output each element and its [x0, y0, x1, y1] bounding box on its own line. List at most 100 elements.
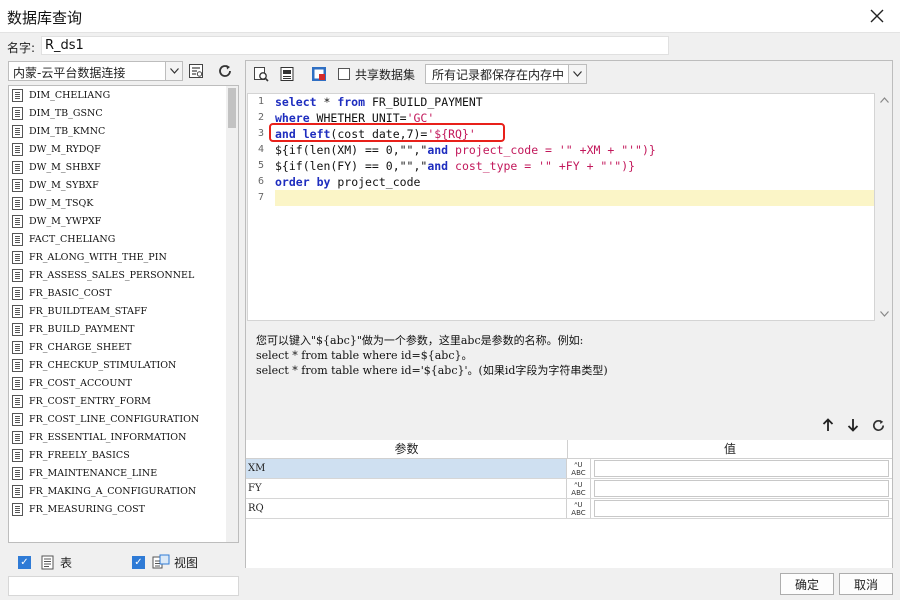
edit-connection-button[interactable] [186, 61, 206, 81]
name-input[interactable]: R_ds1 [41, 36, 669, 55]
editor-scrollbar[interactable] [876, 93, 892, 321]
sql-code[interactable]: select * from FR_BUILD_PAYMENT where WHE… [275, 94, 874, 206]
cancel-button[interactable]: 取消 [839, 573, 893, 595]
parameter-row[interactable]: FY ᴬU ABC [246, 479, 892, 499]
table-name: FACT_CHELIANG [29, 233, 116, 245]
filter-view-checkbox[interactable]: ✓ [132, 555, 145, 569]
table-list-item[interactable]: DIM_CHELIANG [9, 86, 227, 104]
table-doc-icon [12, 142, 23, 156]
param-type-icon[interactable]: ᴬU ABC [567, 499, 591, 518]
table-list-item[interactable]: FR_ASSESS_SALES_PERSONNEL [9, 266, 227, 284]
param-type-bottom: ABC [571, 489, 586, 497]
table-name: DIM_TB_KMNC [29, 125, 106, 137]
table-list[interactable]: DIM_CHELIANG DIM_TB_GSNC DIM_TB_KMNC DW_M_R… [8, 85, 239, 543]
table-name: FR_COST_ENTRY_FORM [29, 395, 151, 407]
parameter-row[interactable]: RQ ᴬU ABC [246, 499, 892, 519]
table-doc-icon [12, 394, 23, 408]
table-icon [41, 555, 54, 569]
refresh-icon [872, 419, 884, 431]
param-name-header: 参数 [246, 440, 568, 458]
table-doc-icon [12, 430, 23, 444]
table-list-item[interactable]: FR_BUILDTEAM_STAFF [9, 302, 227, 320]
table-doc-icon [12, 178, 23, 192]
filter-table-checkbox[interactable]: ✓ [18, 555, 31, 569]
table-list-item[interactable]: FR_COST_LINE_CONFIGURATION [9, 410, 227, 428]
hint-line-3: select * from table where id='${abc}'。(如… [256, 364, 608, 377]
table-list-item[interactable]: FR_COST_ACCOUNT [9, 374, 227, 392]
table-list-item[interactable]: DIM_TB_KMNC [9, 122, 227, 140]
table-list-item[interactable]: FR_FREELY_BASICS [9, 446, 227, 464]
scroll-up-icon[interactable] [876, 93, 892, 107]
memory-option-select[interactable]: 所有记录都保存在内存中 [425, 64, 588, 84]
line-number: 5 [257, 160, 265, 171]
parameter-value-input[interactable] [593, 500, 889, 517]
sql-toolbar: 共享数据集 所有记录都保存在内存中 [246, 61, 892, 87]
parameter-value-input[interactable] [593, 480, 889, 497]
dialog-body: 名字: R_ds1 内蒙-云平台数据连接 DIM_CHELIANG DIM_TB_… [0, 32, 900, 600]
param-value-header: 值 [723, 442, 736, 456]
table-name: DW_M_TSQK [29, 197, 94, 209]
move-up-button[interactable] [818, 415, 838, 435]
table-doc-icon [12, 466, 23, 480]
filter-table-label: 表 [60, 555, 73, 570]
table-list-item[interactable]: FR_BASIC_COST [9, 284, 227, 302]
chevron-down-icon[interactable] [165, 62, 182, 80]
connection-select[interactable]: 内蒙-云平台数据连接 [8, 61, 183, 81]
preview-button[interactable] [250, 63, 272, 85]
table-list-item[interactable]: FACT_CHELIANG [9, 230, 227, 248]
table-list-item[interactable]: DW_M_RYDQF [9, 140, 227, 158]
parameter-name[interactable]: XM [246, 459, 567, 478]
table-doc-icon [12, 412, 23, 426]
parameter-row[interactable]: XM ᴬU ABC [246, 459, 892, 479]
table-list-item[interactable]: FR_ESSENTIAL_INFORMATION [9, 428, 227, 446]
table-doc-icon [12, 196, 23, 210]
table-list-item[interactable]: FR_COST_ENTRY_FORM [9, 392, 227, 410]
ok-button[interactable]: 确定 [780, 573, 834, 595]
line-number: 7 [257, 192, 265, 203]
refresh-connection-button[interactable] [215, 61, 235, 81]
table-list-scrollbar[interactable] [226, 86, 238, 542]
param-type-bottom: ABC [571, 469, 586, 477]
table-doc-icon [12, 322, 23, 336]
table-list-item[interactable]: FR_ALONG_WITH_THE_PIN [9, 248, 227, 266]
param-type-top: ᴬU [574, 461, 583, 469]
parameter-name[interactable]: RQ [246, 499, 567, 518]
parameter-name[interactable]: FY [246, 479, 567, 498]
table-list-item[interactable]: FR_CHECKUP_STIMULATION [9, 356, 227, 374]
table-list-item[interactable]: DIM_TB_GSNC [9, 104, 227, 122]
table-name: FR_ALONG_WITH_THE_PIN [29, 251, 167, 263]
table-doc-icon [12, 250, 23, 264]
param-type-icon[interactable]: ᴬU ABC [567, 479, 591, 498]
table-list-item[interactable]: FR_MEASURING_COST [9, 500, 227, 518]
scrollbar-thumb[interactable] [228, 88, 236, 128]
table-list-item[interactable]: DW_M_SYBXF [9, 176, 227, 194]
move-down-button[interactable] [843, 415, 863, 435]
table-list-item[interactable]: DW_M_SHBXF [9, 158, 227, 176]
sql-format-button[interactable] [276, 63, 298, 85]
filter-table-row[interactable]: ✓ 表 [18, 553, 72, 571]
table-list-item[interactable]: FR_CHARGE_SHEET [9, 338, 227, 356]
parameter-value-input[interactable] [593, 460, 889, 477]
table-list-item[interactable]: DW_M_TSQK [9, 194, 227, 212]
table-list-item[interactable]: DW_M_YWPXF [9, 212, 227, 230]
refresh-parameters-button[interactable] [868, 415, 888, 435]
filter-view-row[interactable]: ✓ 视图 [132, 553, 198, 571]
chevron-down-icon[interactable] [568, 65, 587, 83]
param-type-icon[interactable]: ᴬU ABC [567, 459, 591, 478]
parameter-button[interactable] [308, 63, 330, 85]
table-doc-icon [12, 88, 23, 102]
table-list-item[interactable]: FR_MAKING_A_CONFIGURATION [9, 482, 227, 500]
table-doc-icon [12, 502, 23, 516]
refresh-icon [219, 65, 231, 77]
window-title: 数据库查询 [7, 9, 83, 27]
name-label: 名字: [7, 40, 36, 55]
line-number: 1 [257, 96, 265, 107]
scroll-down-icon[interactable] [876, 307, 892, 321]
table-list-item[interactable]: FR_MAINTENANCE_LINE [9, 464, 227, 482]
share-dataset-checkbox[interactable]: 共享数据集 [338, 66, 415, 83]
table-list-item[interactable]: FR_BUILD_PAYMENT [9, 320, 227, 338]
sql-editor[interactable]: 1234567 select * from FR_BUILD_PAYMENT w… [247, 93, 875, 321]
parameter-table-header: 参数 值 [246, 440, 892, 459]
share-dataset-box[interactable] [338, 68, 350, 80]
close-button[interactable] [854, 0, 900, 32]
